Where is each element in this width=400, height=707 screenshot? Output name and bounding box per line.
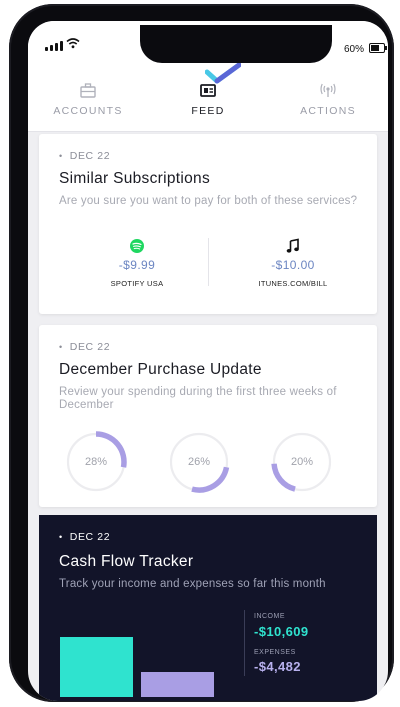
tab-actions-label: ACTIONS: [300, 105, 356, 117]
battery-percent: 60%: [344, 44, 365, 55]
device-notch: [140, 25, 332, 63]
card-description: Track your income and expenses so far th…: [59, 578, 326, 590]
income-value: -$10,609: [254, 624, 309, 639]
ring-label: 20%: [290, 456, 314, 468]
battery-icon: [369, 43, 387, 53]
purchase-update-card[interactable]: DEC 22 December Purchase Update Review y…: [39, 325, 377, 507]
cash-flow-divider: [244, 610, 245, 676]
itunes-name: ITUNES.COM/BILL: [258, 279, 328, 288]
subscription-itunes[interactable]: -$10.00 ITUNES.COM/BILL: [222, 238, 364, 288]
tab-feed[interactable]: FEED: [153, 81, 263, 117]
card-title: December Purchase Update: [59, 361, 262, 378]
spotify-amount: -$9.99: [118, 258, 156, 272]
tab-actions[interactable]: ACTIONS: [273, 81, 383, 117]
spotify-name: SPOTIFY USA: [110, 279, 164, 288]
wifi-icon: [66, 38, 80, 49]
tab-feed-label: FEED: [191, 105, 225, 117]
spending-ring-week-2: 26%: [168, 431, 230, 493]
card-date: DEC 22: [59, 531, 110, 543]
card-title: Similar Subscriptions: [59, 170, 211, 187]
card-date: DEC 22: [59, 150, 110, 162]
subscription-spotify[interactable]: -$9.99 SPOTIFY USA: [66, 238, 208, 288]
app-logo-icon: [205, 63, 241, 84]
expenses-label: EXPENSES: [254, 649, 296, 656]
app-screen: 60% ACCOUNTS FEED ACTIONS • DEC 22 Simil…: [28, 21, 388, 701]
card-description: Are you sure you want to pay for both of…: [59, 195, 358, 207]
subscription-divider: [208, 238, 209, 286]
spending-ring-week-3: 20%: [271, 431, 333, 493]
card-description: Review your spending during the first th…: [59, 386, 337, 411]
spending-ring-week-1: 28%: [65, 431, 127, 493]
subscriptions-card[interactable]: DEC 22 Similar Subscriptions Are you sur…: [39, 134, 377, 314]
itunes-amount: -$10.00: [271, 258, 315, 272]
phone-frame: 60% ACCOUNTS FEED ACTIONS • DEC 22 Simil…: [9, 4, 394, 702]
music-note-icon: [286, 238, 299, 253]
card-date: DEC 22: [59, 341, 110, 353]
expenses-value: -$4,482: [254, 659, 301, 674]
income-bar: [60, 637, 133, 697]
signal-icon: [45, 41, 63, 51]
tab-accounts-label: ACCOUNTS: [53, 105, 123, 117]
income-label: INCOME: [254, 613, 285, 620]
cash-flow-card[interactable]: DEC 22 Cash Flow Tracker Track your inco…: [39, 515, 377, 701]
card-title: Cash Flow Tracker: [59, 553, 194, 570]
broadcast-icon: [320, 83, 336, 97]
briefcase-icon: [80, 83, 96, 98]
tab-accounts[interactable]: ACCOUNTS: [33, 81, 143, 117]
expenses-bar: [141, 672, 214, 697]
ring-label: 28%: [84, 456, 108, 468]
ring-label: 26%: [187, 456, 211, 468]
spotify-icon: [130, 239, 144, 253]
